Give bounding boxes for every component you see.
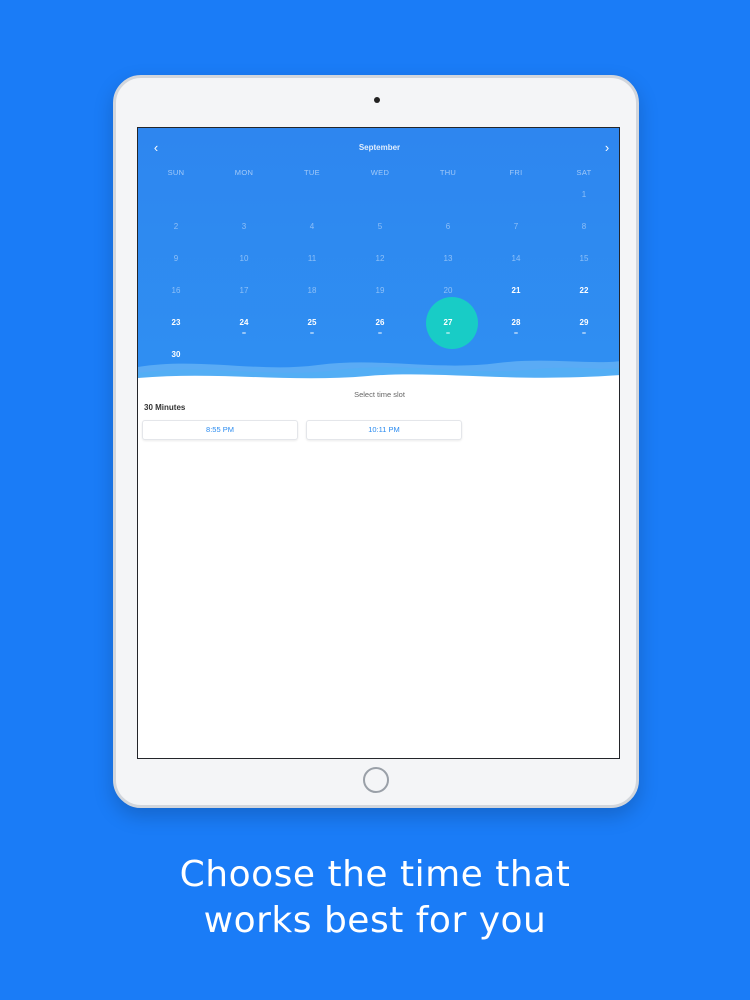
day-cell: 14 <box>482 249 550 269</box>
day-cell[interactable]: 29 <box>550 313 618 334</box>
day-cell-selected[interactable]: 27 <box>414 313 482 334</box>
day-number: 4 <box>309 222 315 231</box>
day-number: 13 <box>443 254 453 263</box>
app-screen: ‹ September › SUN MON TUE WED THU FRI SAT 1234… <box>137 127 620 759</box>
wave-decoration <box>138 360 619 393</box>
day-number: 17 <box>239 286 249 295</box>
availability-dot <box>582 332 586 334</box>
day-number: 2 <box>173 222 179 231</box>
day-number: 5 <box>377 222 383 231</box>
slot-section-title: Select time slot <box>354 390 405 399</box>
day-cell: 19 <box>346 281 414 301</box>
day-number: 21 <box>511 286 521 295</box>
day-cell: 11 <box>278 249 346 269</box>
availability-dot <box>310 332 314 334</box>
day-cell: 20 <box>414 281 482 301</box>
day-cell[interactable]: 26 <box>346 313 414 334</box>
day-number: 28 <box>511 318 521 327</box>
availability-dot <box>446 332 450 334</box>
day-grid: 1 2 3 4 5 6 7 8 9 10 11 12 13 14 15 16 17 18 19 20 21 22 23 24 2… <box>142 128 618 368</box>
day-cell[interactable]: 23 <box>142 313 210 333</box>
day-number: 29 <box>579 318 589 327</box>
day-cell: 9 <box>142 249 210 269</box>
day-number: 10 <box>239 254 249 263</box>
day-cell: 13 <box>414 249 482 269</box>
time-slot-button[interactable]: 10:11 PM <box>306 420 462 440</box>
day-cell: 8 <box>550 217 618 237</box>
day-cell: 16 <box>142 281 210 301</box>
day-cell: 3 <box>210 217 278 237</box>
availability-dot <box>514 332 518 334</box>
day-number: 15 <box>579 254 589 263</box>
availability-dot <box>378 332 382 334</box>
day-number: 8 <box>581 222 587 231</box>
day-cell: 7 <box>482 217 550 237</box>
day-cell[interactable]: 21 <box>482 281 550 301</box>
camera-dot <box>374 97 380 103</box>
day-cell: 15 <box>550 249 618 269</box>
day-cell: 12 <box>346 249 414 269</box>
day-cell[interactable]: 25 <box>278 313 346 334</box>
day-cell[interactable]: 28 <box>482 313 550 334</box>
day-number: 6 <box>445 222 451 231</box>
home-button[interactable] <box>363 767 389 793</box>
marketing-caption: Choose the time that works best for you <box>0 852 750 944</box>
duration-label: 30 Minutes <box>144 403 186 412</box>
day-cell: 17 <box>210 281 278 301</box>
day-number: 24 <box>239 318 249 327</box>
day-number: 26 <box>375 318 385 327</box>
day-cell: 10 <box>210 249 278 269</box>
day-number: 16 <box>171 286 181 295</box>
day-number: 1 <box>581 190 587 199</box>
tablet-frame: ‹ September › SUN MON TUE WED THU FRI SAT 1234… <box>113 75 639 808</box>
day-number: 23 <box>171 318 181 327</box>
day-number: 22 <box>579 286 589 295</box>
day-number: 19 <box>375 286 385 295</box>
time-slot-button[interactable]: 8:55 PM <box>142 420 298 440</box>
day-cell: 18 <box>278 281 346 301</box>
day-cell: 5 <box>346 217 414 237</box>
day-number: 20 <box>443 286 453 295</box>
day-number: 18 <box>307 286 317 295</box>
day-number: 9 <box>173 254 179 263</box>
day-cell: 1 <box>550 185 618 205</box>
caption-line-2: works best for you <box>203 900 547 941</box>
day-cell[interactable]: 24 <box>210 313 278 334</box>
availability-dot <box>242 332 246 334</box>
day-cell: 6 <box>414 217 482 237</box>
day-number: 14 <box>511 254 521 263</box>
calendar: ‹ September › SUN MON TUE WED THU FRI SAT 1234… <box>138 128 619 393</box>
day-number: 27 <box>443 318 453 327</box>
caption-line-1: Choose the time that <box>179 854 571 895</box>
day-cell: 2 <box>142 217 210 237</box>
day-cell: 4 <box>278 217 346 237</box>
day-number: 12 <box>375 254 385 263</box>
day-number: 3 <box>241 222 247 231</box>
day-number: 25 <box>307 318 317 327</box>
day-number: 7 <box>513 222 519 231</box>
day-cell[interactable]: 22 <box>550 281 618 301</box>
day-number: 11 <box>307 254 317 263</box>
